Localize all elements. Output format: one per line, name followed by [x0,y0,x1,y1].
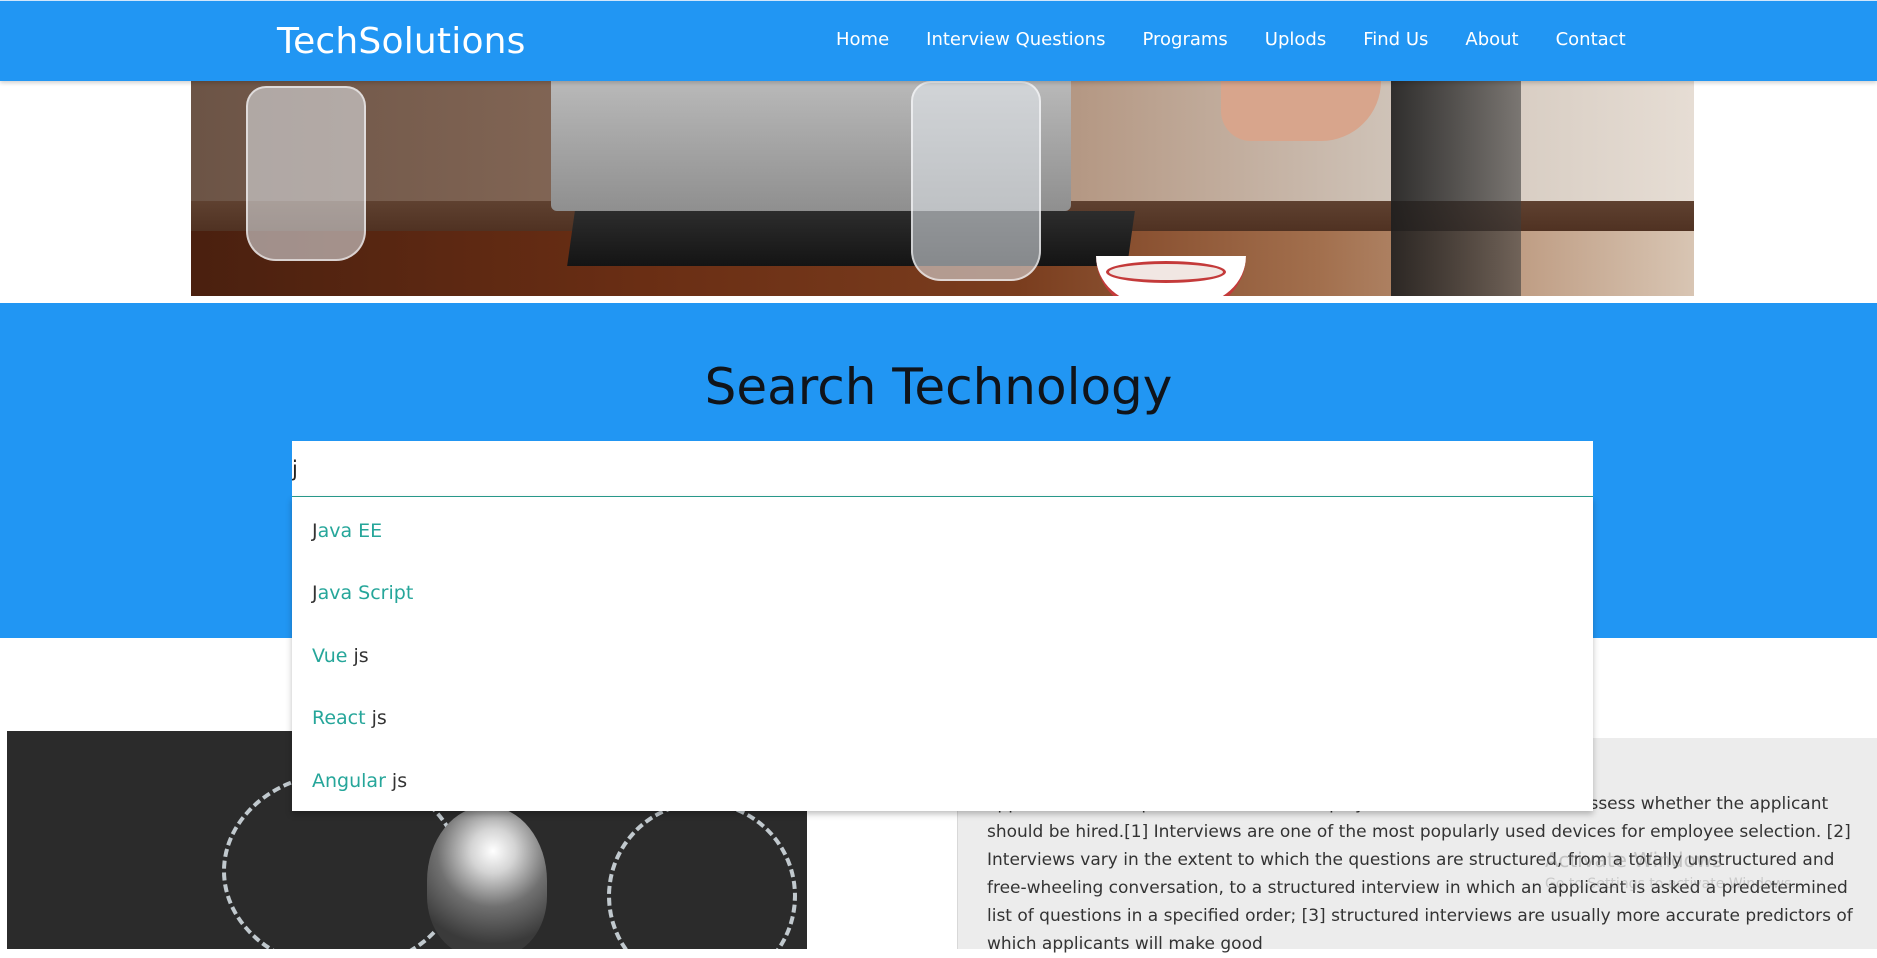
nav-link-find-us[interactable]: Find Us [1363,29,1428,50]
hero-dark-object [1391,81,1521,296]
navbar: TechSolutions Home Interview Questions P… [0,0,1877,81]
suggestion-match: js [371,707,387,729]
hero-laptop-base [567,211,1135,266]
brand-logo[interactable]: TechSolutions [277,21,526,62]
hero-glass [911,81,1041,281]
nav-link-home[interactable]: Home [836,29,889,50]
suggestion-java-script[interactable]: Java Script [312,582,413,604]
suggestion-vue-js[interactable]: Vue js [312,645,369,667]
nav-link-interview-questions[interactable]: Interview Questions [926,29,1105,50]
search-title: Search Technology [704,358,1173,416]
nav-link-about[interactable]: About [1465,29,1518,50]
nav-link-uplods[interactable]: Uplods [1265,29,1326,50]
suggestion-match: js [391,770,408,792]
chalk-drawing [607,801,797,949]
hero-glass [246,86,366,261]
suggestion-text: React [312,707,372,729]
hero-image [191,81,1694,296]
activate-windows-watermark: Activate Windows [1545,848,1723,872]
suggestion-angular-js[interactable]: Angular js [312,770,407,792]
nav-links: Home Interview Questions Programs Uplods… [836,29,1663,50]
suggestion-text: ava EE [317,520,383,542]
autocomplete-dropdown: Java EE Java Script Vue js React js Angu… [292,497,1593,811]
suggestion-java-ee[interactable]: Java EE [312,520,382,542]
suggestion-text: Angular [312,770,392,792]
lightbulb-icon [427,806,547,949]
nav-link-contact[interactable]: Contact [1556,29,1626,50]
hero-cup-rim [1106,261,1226,283]
suggestion-react-js[interactable]: React js [312,707,387,729]
suggestion-text: ava Script [317,582,414,604]
activate-windows-subtext: Go to Settings to activate Windows. [1545,876,1796,892]
article-paragraph: applicant and a representative of an emp… [987,794,1853,954]
suggestion-text: Vue [312,645,354,667]
suggestion-match: js [353,645,369,667]
search-input[interactable] [292,441,1593,497]
nav-link-programs[interactable]: Programs [1142,29,1227,50]
